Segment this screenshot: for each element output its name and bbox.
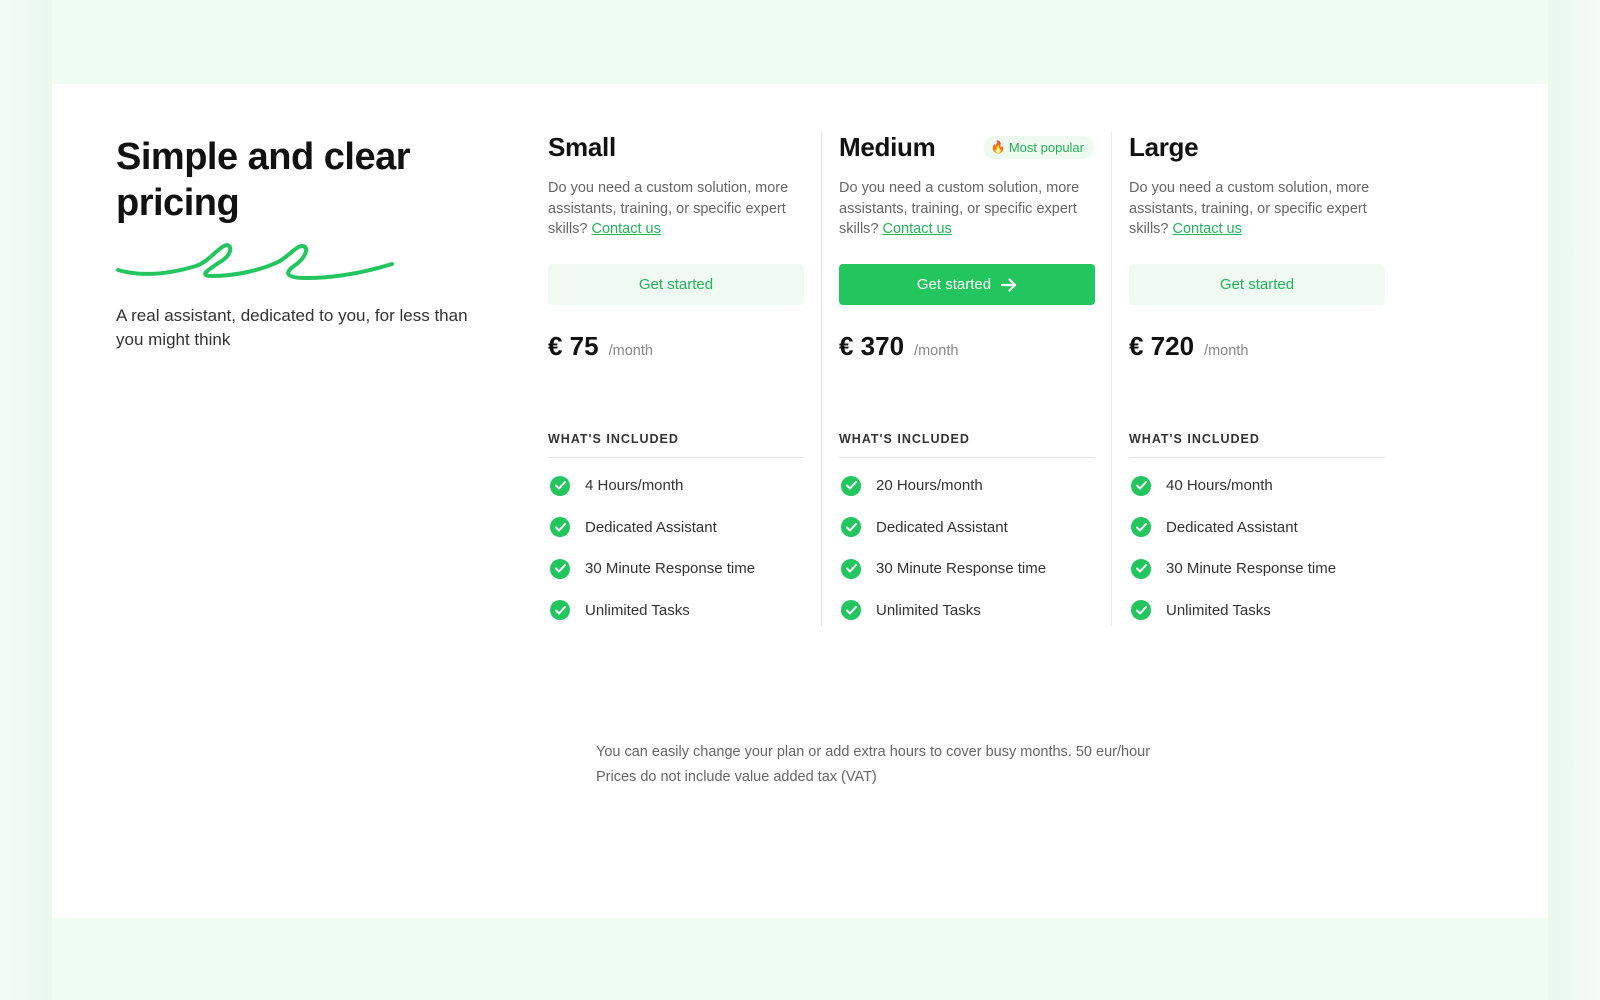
plan-header: Large bbox=[1129, 132, 1384, 162]
check-icon bbox=[1131, 475, 1151, 496]
feature-label: Unlimited Tasks bbox=[1166, 601, 1271, 619]
plan-description-text: Do you need a custom solution, more assi… bbox=[839, 180, 1080, 237]
check-icon bbox=[841, 517, 861, 538]
plan-name: Large bbox=[1129, 131, 1199, 162]
badge-label: Most popular bbox=[1008, 139, 1084, 155]
page-title: Simple and clear pricing bbox=[116, 136, 411, 224]
plan-description-text: Do you need a custom solution, more assi… bbox=[548, 180, 789, 237]
feature-label: 40 Hours/month bbox=[1166, 477, 1273, 495]
feature-item: Dedicated Assistant bbox=[548, 507, 804, 549]
feature-label: 4 Hours/month bbox=[585, 477, 684, 495]
footnote-line: You can easily change your plan or add e… bbox=[596, 744, 1151, 760]
feature-label: Dedicated Assistant bbox=[585, 518, 717, 536]
included-heading: WHAT'S INCLUDED bbox=[1129, 432, 1385, 458]
plan-header: Small bbox=[548, 132, 804, 162]
check-icon bbox=[550, 475, 570, 496]
price-period: /month bbox=[1204, 343, 1249, 359]
get-started-button[interactable]: Get started bbox=[548, 264, 804, 305]
get-started-label: Get started bbox=[1219, 276, 1295, 293]
feature-list: 20 Hours/month Dedicated Assistant 30 Mi… bbox=[839, 465, 1094, 631]
page-margin-right bbox=[1548, 0, 1600, 1000]
feature-item: Dedicated Assistant bbox=[839, 507, 1094, 549]
contact-us-link[interactable]: Contact us bbox=[883, 221, 952, 237]
feature-item: Unlimited Tasks bbox=[548, 590, 804, 632]
check-icon bbox=[841, 600, 861, 621]
price-period: /month bbox=[914, 343, 959, 359]
most-popular-badge: 🔥 Most popular bbox=[982, 135, 1094, 159]
plan-description: Do you need a custom solution, more assi… bbox=[548, 178, 804, 240]
plan-name: Small bbox=[548, 131, 616, 162]
feature-label: 30 Minute Response time bbox=[585, 560, 756, 578]
feature-label: 20 Hours/month bbox=[876, 477, 983, 495]
get-started-label: Get started bbox=[916, 276, 992, 293]
check-icon bbox=[1131, 600, 1151, 621]
included-heading: WHAT'S INCLUDED bbox=[839, 432, 1095, 458]
arrow-right-icon bbox=[1001, 277, 1017, 292]
plan-price: € 370 bbox=[839, 331, 905, 361]
get-started-label: Get started bbox=[638, 276, 714, 293]
plan-name: Medium bbox=[839, 131, 936, 162]
top-band bbox=[52, 0, 1548, 84]
feature-label: Dedicated Assistant bbox=[876, 518, 1008, 536]
flame-icon: 🔥 bbox=[990, 140, 1006, 154]
feature-list: 40 Hours/month Dedicated Assistant 30 Mi… bbox=[1129, 465, 1384, 631]
contact-us-link[interactable]: Contact us bbox=[592, 221, 661, 237]
price-period: /month bbox=[608, 343, 653, 359]
feature-label: 30 Minute Response time bbox=[1166, 560, 1337, 578]
feature-item: Unlimited Tasks bbox=[1129, 590, 1384, 632]
contact-us-link[interactable]: Contact us bbox=[1173, 221, 1242, 237]
get-started-button[interactable]: Get started bbox=[1129, 264, 1385, 305]
footnote-line: Prices do not include value added tax (V… bbox=[596, 769, 877, 785]
bottom-band bbox=[52, 918, 1548, 1000]
get-started-button[interactable]: Get started bbox=[839, 264, 1095, 305]
plan-medium: Medium 🔥 Most popular Do you need a cust… bbox=[821, 132, 1111, 626]
plan-description: Do you need a custom solution, more assi… bbox=[1129, 178, 1384, 240]
page-margin-left bbox=[0, 0, 52, 1000]
feature-list: 4 Hours/month Dedicated Assistant 30 Min… bbox=[548, 465, 804, 631]
plan-large: Large Do you need a custom solution, mor… bbox=[1111, 132, 1401, 626]
feature-item: Dedicated Assistant bbox=[1129, 507, 1384, 549]
check-icon bbox=[841, 558, 861, 579]
feature-label: 30 Minute Response time bbox=[876, 560, 1047, 578]
page-subtitle: A real assistant, dedicated to you, for … bbox=[116, 306, 468, 349]
plan-header: Medium 🔥 Most popular bbox=[839, 132, 1094, 162]
pricing-intro: Simple and clear pricing A real assistan… bbox=[116, 134, 496, 352]
squiggle-decoration-icon bbox=[116, 243, 394, 281]
price-row: € 720 /month bbox=[1129, 331, 1384, 362]
pricing-footnote: You can easily change your plan or add e… bbox=[596, 740, 1150, 790]
plan-description: Do you need a custom solution, more assi… bbox=[839, 178, 1094, 240]
feature-item: 20 Hours/month bbox=[839, 465, 1094, 507]
plan-price: € 720 bbox=[1129, 331, 1195, 361]
check-icon bbox=[841, 475, 861, 496]
plan-price: € 75 bbox=[548, 331, 599, 361]
feature-item: Unlimited Tasks bbox=[839, 590, 1094, 632]
feature-label: Unlimited Tasks bbox=[876, 601, 981, 619]
included-heading: WHAT'S INCLUDED bbox=[548, 432, 804, 458]
feature-label: Dedicated Assistant bbox=[1166, 518, 1298, 536]
check-icon bbox=[550, 600, 570, 621]
plans-grid: Small Do you need a custom solution, mor… bbox=[531, 132, 1401, 626]
feature-item: 30 Minute Response time bbox=[839, 548, 1094, 590]
check-icon bbox=[1131, 517, 1151, 538]
plan-description-text: Do you need a custom solution, more assi… bbox=[1129, 180, 1370, 237]
feature-label: Unlimited Tasks bbox=[585, 601, 690, 619]
price-row: € 75 /month bbox=[548, 331, 804, 362]
check-icon bbox=[550, 558, 570, 579]
feature-item: 40 Hours/month bbox=[1129, 465, 1384, 507]
feature-item: 30 Minute Response time bbox=[1129, 548, 1384, 590]
price-row: € 370 /month bbox=[839, 331, 1094, 362]
check-icon bbox=[1131, 558, 1151, 579]
feature-item: 4 Hours/month bbox=[548, 465, 804, 507]
feature-item: 30 Minute Response time bbox=[548, 548, 804, 590]
check-icon bbox=[550, 517, 570, 538]
plan-small: Small Do you need a custom solution, mor… bbox=[531, 132, 821, 626]
